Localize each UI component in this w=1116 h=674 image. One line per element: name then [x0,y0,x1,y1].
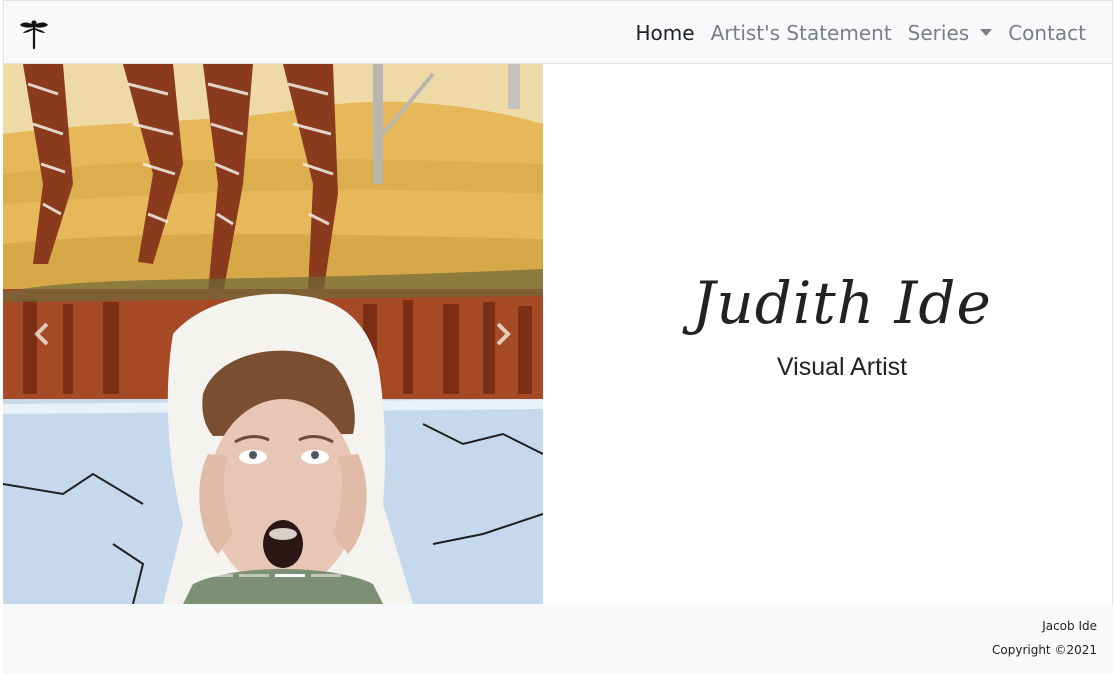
chevron-right-icon [496,322,511,346]
carousel-indicator-2[interactable] [239,574,269,577]
chevron-left-icon [34,322,49,346]
artwork-carousel[interactable] [3,64,543,604]
carousel-indicator-4[interactable] [311,574,341,577]
artist-subtitle: Visual Artist [776,353,908,381]
carousel-indicator-3[interactable] [275,574,305,577]
artist-name: Judith Ide [692,269,992,337]
painting-image [3,64,543,604]
nav-contact[interactable]: Contact [1008,21,1086,45]
caret-down-icon [980,29,993,36]
nav-home[interactable]: Home [636,21,695,45]
footer-copyright: Copyright ©2021 [992,643,1097,657]
nav-links: Home Artist's Statement Series Contact [636,1,1086,65]
carousel-indicator-1[interactable] [203,574,233,577]
nav-series-label: Series [907,21,970,45]
dragonfly-icon[interactable] [19,18,49,50]
nav-artists-statement[interactable]: Artist's Statement [711,21,892,45]
footer: Jacob Ide Copyright ©2021 [3,604,1113,674]
footer-author: Jacob Ide [1042,619,1097,633]
hero-section: Judith Ide Visual Artist [543,64,1113,604]
carousel-indicators [203,574,341,577]
carousel-prev-button[interactable] [28,319,58,349]
nav-series-dropdown[interactable]: Series [908,21,993,45]
navbar: Home Artist's Statement Series Contact [3,0,1113,64]
carousel-next-button[interactable] [487,319,517,349]
